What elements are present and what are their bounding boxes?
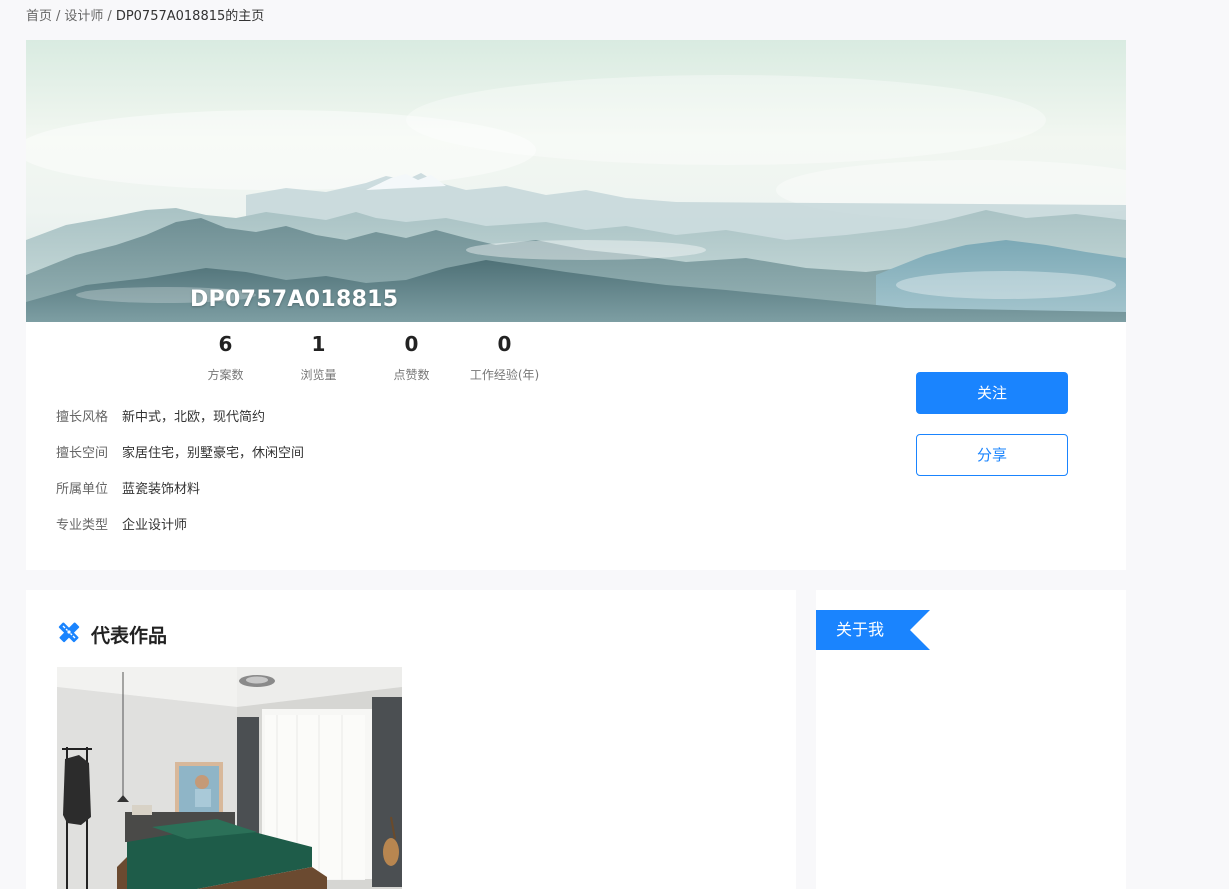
profile-banner: DP0757A018815: [26, 40, 1126, 322]
info-value: 家居住宅，别墅豪宅，休闲空间: [122, 446, 305, 461]
stat-value: 6: [218, 332, 233, 356]
stat-label: 工作经验(年): [469, 368, 540, 382]
profile-stats: 6 方案数 1 浏览量 0 点赞数 0 工作经验(年): [179, 330, 551, 383]
mountain-landscape-image: [26, 40, 1126, 322]
info-row-type: 专业类型 企业设计师: [56, 516, 304, 552]
stat-plans: 6 方案数: [179, 330, 272, 383]
info-key: 擅长空间: [56, 446, 109, 461]
about-tag: 关于我: [816, 610, 930, 654]
stat-label: 方案数: [207, 368, 244, 382]
breadcrumb-separator: /: [107, 9, 112, 24]
works-header: 代表作品: [57, 620, 167, 648]
bedroom-photo: [57, 667, 402, 889]
breadcrumb-current: DP0757A018815的主页: [115, 9, 265, 24]
work-thumbnail[interactable]: [57, 667, 402, 889]
info-key: 专业类型: [56, 518, 109, 533]
info-row-company: 所属单位 蓝瓷装饰材料: [56, 480, 304, 516]
info-value: 新中式，北欧，现代简约: [122, 410, 266, 425]
info-row-space: 擅长空间 家居住宅，别墅豪宅，休闲空间: [56, 444, 304, 480]
stat-label: 点赞数: [393, 368, 430, 382]
stat-views: 1 浏览量: [272, 330, 365, 383]
works-title: 代表作品: [91, 624, 168, 647]
info-row-style: 擅长风格 新中式，北欧，现代简约: [56, 408, 304, 444]
designer-name: DP0757A018815: [190, 287, 399, 312]
breadcrumb: 首页 / 设计师 / DP0757A018815的主页: [26, 8, 264, 26]
breadcrumb-separator: /: [56, 9, 61, 24]
stat-likes: 0 点赞数: [365, 330, 458, 383]
stat-value: 1: [311, 332, 326, 356]
info-key: 擅长风格: [56, 410, 109, 425]
works-section: 代表作品: [26, 590, 796, 889]
profile-card: DP0757A018815 6 方案数 1 浏览量 0 点赞数 0 工作经验(年…: [26, 40, 1126, 570]
about-section: 关于我: [816, 590, 1126, 889]
profile-info: 擅长风格 新中式，北欧，现代简约 擅长空间 家居住宅，别墅豪宅，休闲空间 所属单…: [56, 408, 304, 552]
stat-experience: 0 工作经验(年): [458, 330, 551, 383]
about-title: 关于我: [836, 620, 885, 639]
share-button[interactable]: 分享: [916, 434, 1068, 476]
follow-button[interactable]: 关注: [916, 372, 1068, 414]
stat-label: 浏览量: [300, 368, 337, 382]
stat-value: 0: [497, 332, 512, 356]
info-key: 所属单位: [56, 482, 109, 497]
stat-value: 0: [404, 332, 419, 356]
breadcrumb-designers-link[interactable]: 设计师: [64, 9, 103, 24]
breadcrumb-home-link[interactable]: 首页: [26, 9, 52, 24]
pencil-ruler-icon: [57, 620, 81, 648]
info-value: 蓝瓷装饰材料: [122, 482, 201, 497]
info-value: 企业设计师: [122, 518, 188, 533]
